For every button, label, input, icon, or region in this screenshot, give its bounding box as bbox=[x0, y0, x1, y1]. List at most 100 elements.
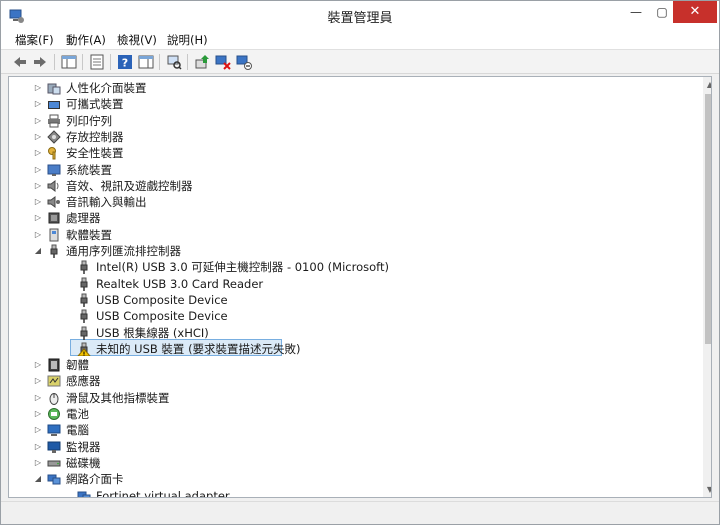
battery-icon bbox=[48, 408, 60, 420]
tree-category-row[interactable]: ▷ 滑鼠及其他指標裝置 bbox=[9, 390, 699, 406]
uninstall-device-icon[interactable] bbox=[236, 54, 252, 70]
collapsed-arrow-icon[interactable]: ▷ bbox=[33, 210, 43, 226]
tree-category-row[interactable]: ▷ 音效、視訊及遊戲控制器 bbox=[9, 178, 699, 194]
back-arrow-icon[interactable] bbox=[12, 54, 28, 70]
tree-category-row[interactable]: ▷ 系統裝置 bbox=[9, 162, 699, 178]
tree-category-row[interactable]: ▷ 音訊輸入與輸出 bbox=[9, 194, 699, 210]
show-action-pane-icon[interactable] bbox=[138, 54, 154, 70]
tree-item-label: 音訊輸入與輸出 bbox=[66, 195, 147, 210]
security-key-icon bbox=[48, 147, 56, 160]
hid-icon bbox=[47, 83, 61, 95]
scan-hardware-icon[interactable] bbox=[166, 54, 182, 70]
collapsed-arrow-icon[interactable]: ▷ bbox=[33, 390, 43, 406]
usb-plug-icon bbox=[80, 326, 88, 340]
sensor-icon bbox=[47, 375, 61, 387]
scrollbar-thumb[interactable] bbox=[705, 94, 711, 344]
tree-item-label: 電池 bbox=[66, 407, 89, 421]
tree-category-row[interactable]: ▷ 磁碟機 bbox=[9, 455, 699, 471]
toolbar-separator bbox=[82, 54, 83, 70]
collapsed-arrow-icon[interactable]: ▷ bbox=[33, 194, 43, 210]
collapsed-arrow-icon[interactable]: ▷ bbox=[33, 113, 43, 129]
menu-action[interactable]: 動作(A) bbox=[66, 32, 106, 48]
tree-category-row[interactable]: ▷ 可攜式裝置 bbox=[9, 96, 699, 112]
mouse-icon bbox=[49, 392, 59, 405]
menu-help[interactable]: 說明(H) bbox=[167, 32, 208, 48]
tree-category-row[interactable]: ▷ 安全性裝置 bbox=[9, 145, 699, 161]
tree-item-label: 可攜式裝置 bbox=[66, 97, 124, 112]
menu-file[interactable]: 檔案(F) bbox=[15, 32, 54, 48]
title-bar[interactable]: 裝置管理員 — ▢ ✕ bbox=[1, 1, 719, 31]
tree-category-row[interactable]: ▷ 軟體裝置 bbox=[9, 227, 699, 243]
menu-view[interactable]: 檢視(V) bbox=[117, 32, 157, 48]
tree-category-row[interactable]: ▷ 感應器 bbox=[9, 373, 699, 389]
tree-item-label: 電腦 bbox=[66, 423, 89, 438]
tree-item-label: 磁碟機 bbox=[66, 455, 101, 470]
speaker-icon bbox=[47, 179, 59, 192]
tree-device-row[interactable]: 未知的 USB 裝置 (要求裝置描述元失敗) bbox=[9, 341, 699, 357]
tree-category-row[interactable]: ▷ 電腦 bbox=[9, 422, 699, 438]
usb-plug-icon bbox=[80, 309, 88, 324]
tree-category-row[interactable]: ▷ 監視器 bbox=[9, 439, 699, 455]
collapsed-arrow-icon[interactable]: ▷ bbox=[33, 80, 43, 96]
collapsed-arrow-icon[interactable]: ▷ bbox=[33, 422, 43, 438]
tree-item-label: 安全性裝置 bbox=[66, 146, 124, 161]
collapsed-arrow-icon[interactable]: ▷ bbox=[33, 357, 43, 373]
tree-category-row[interactable]: ▷ 處理器 bbox=[9, 210, 699, 226]
tree-category-row[interactable]: ▷ 存放控制器 bbox=[9, 129, 699, 145]
forward-arrow-icon[interactable] bbox=[32, 54, 48, 70]
tree-item-label: 系統裝置 bbox=[66, 162, 112, 177]
tree-device-row[interactable]: Intel(R) USB 3.0 可延伸主機控制器 - 0100 (Micros… bbox=[9, 259, 699, 275]
scroll-up-arrow-icon[interactable]: ▲ bbox=[703, 78, 711, 92]
expanded-arrow-icon[interactable]: ◢ bbox=[33, 243, 43, 259]
tree-category-row[interactable]: ◢ 網路介面卡 bbox=[9, 471, 699, 487]
tree-item-label: USB 根集線器 (xHCI) bbox=[96, 325, 209, 340]
collapsed-arrow-icon[interactable]: ▷ bbox=[33, 439, 43, 455]
tree-device-row[interactable]: USB Composite Device bbox=[9, 308, 699, 324]
tree-category-row[interactable]: ◢ 通用序列匯流排控制器 bbox=[9, 243, 699, 259]
usb-plug-icon bbox=[50, 244, 58, 258]
tree-item-label: 韌體 bbox=[66, 358, 89, 373]
close-button[interactable]: ✕ bbox=[673, 1, 717, 23]
collapsed-arrow-icon[interactable]: ▷ bbox=[33, 129, 43, 145]
tree-category-row[interactable]: ▷ 韌體 bbox=[9, 357, 699, 373]
vertical-scrollbar[interactable]: ▲ ▼ bbox=[703, 77, 711, 497]
minimize-button[interactable]: — bbox=[623, 1, 649, 23]
collapsed-arrow-icon[interactable]: ▷ bbox=[33, 145, 43, 161]
device-tree-view[interactable]: ▷ 人性化介面裝置 ▷ 可攜式裝置 ▷ 列印佇列 ▷ 存放控制器 ▷ 安全性裝置 ▷ 系統裝置 ▷ 音效、… bbox=[8, 76, 712, 498]
toolbar-separator bbox=[159, 54, 160, 70]
tree-category-row[interactable]: ▷ 人性化介面裝置 bbox=[9, 80, 699, 96]
tree-item-label: 音效、視訊及遊戲控制器 bbox=[66, 178, 193, 193]
window-title: 裝置管理員 bbox=[327, 11, 393, 26]
tree-device-row[interactable]: Fortinet virtual adapter bbox=[9, 488, 699, 498]
help-icon[interactable]: ? bbox=[117, 54, 133, 70]
tree-device-row[interactable]: Realtek USB 3.0 Card Reader bbox=[9, 276, 699, 292]
system-device-icon bbox=[47, 164, 61, 176]
collapsed-arrow-icon[interactable]: ▷ bbox=[33, 227, 43, 243]
collapsed-arrow-icon[interactable]: ▷ bbox=[33, 162, 43, 178]
tree-item-label: Realtek USB 3.0 Card Reader bbox=[96, 276, 264, 291]
collapsed-arrow-icon[interactable]: ▷ bbox=[33, 455, 43, 471]
show-hide-console-tree-icon[interactable] bbox=[61, 54, 77, 70]
tree-device-row[interactable]: USB 根集線器 (xHCI) bbox=[9, 325, 699, 341]
device-manager-window: 裝置管理員 — ▢ ✕ 檔案(F) 動作(A) 檢視(V) 說明(H) ? ▷ 人… bbox=[0, 0, 720, 525]
collapsed-arrow-icon[interactable]: ▷ bbox=[33, 373, 43, 389]
computer-icon bbox=[47, 424, 61, 437]
properties-icon[interactable] bbox=[89, 54, 105, 70]
tree-item-label: 監視器 bbox=[66, 439, 101, 454]
tree-item-label: 滑鼠及其他指標裝置 bbox=[66, 390, 170, 405]
collapsed-arrow-icon[interactable]: ▷ bbox=[33, 96, 43, 112]
audio-io-icon bbox=[47, 196, 60, 209]
tree-item-label: Fortinet virtual adapter bbox=[96, 488, 230, 498]
collapsed-arrow-icon[interactable]: ▷ bbox=[33, 406, 43, 422]
status-bar bbox=[1, 501, 719, 524]
maximize-button[interactable]: ▢ bbox=[649, 1, 675, 23]
update-driver-icon[interactable] bbox=[194, 54, 210, 70]
disable-device-icon[interactable] bbox=[215, 54, 231, 70]
tree-category-row[interactable]: ▷ 電池 bbox=[9, 406, 699, 422]
expanded-arrow-icon[interactable]: ◢ bbox=[33, 471, 43, 487]
printer-icon bbox=[48, 114, 60, 128]
tree-device-row[interactable]: USB Composite Device bbox=[9, 292, 699, 308]
collapsed-arrow-icon[interactable]: ▷ bbox=[33, 178, 43, 194]
tree-category-row[interactable]: ▷ 列印佇列 bbox=[9, 113, 699, 129]
scroll-down-arrow-icon[interactable]: ▼ bbox=[703, 483, 711, 497]
